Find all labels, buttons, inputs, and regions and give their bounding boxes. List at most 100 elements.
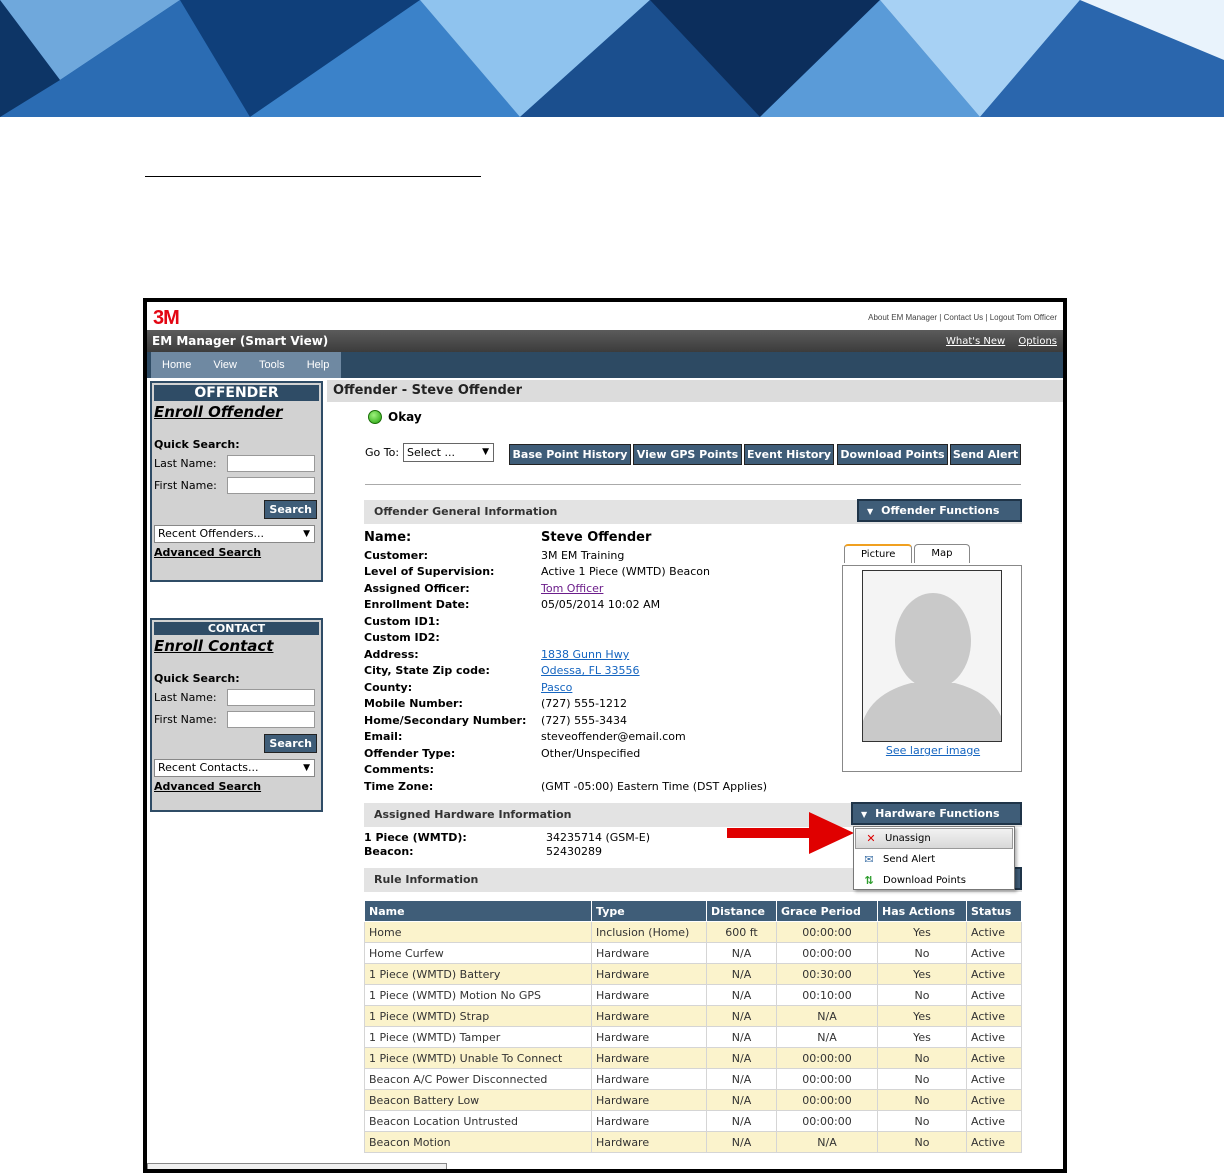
field-value: (GMT -05:00) Eastern Time (DST Applies) [541,780,768,793]
menu-help[interactable]: Help [296,352,341,378]
table-cell: 00:00:00 [776,942,878,964]
status-indicator: Okay [368,410,422,424]
table-cell: 00:00:00 [776,1068,878,1090]
menu-item-unassign[interactable]: ✕ Unassign [855,828,1013,849]
assigned-officer-link[interactable]: Tom Officer [541,582,603,595]
recent-contacts-select[interactable]: Recent Contacts... ▼ [154,759,315,777]
options-link[interactable]: Options [1018,336,1057,347]
see-larger-image-link[interactable]: See larger image [843,744,1023,757]
table-row[interactable]: 1 Piece (WMTD) Tamper Hardware N/A N/A Yes Ac… [364,1026,1022,1048]
table-cell: 00:00:00 [776,1047,878,1069]
enroll-contact-link[interactable]: Enroll Contact [154,637,319,655]
col-type[interactable]: Type [591,900,707,922]
enroll-offender-link[interactable]: Enroll Offender [154,403,319,421]
table-cell: N/A [706,1110,777,1132]
contact-last-name-input[interactable] [227,689,315,706]
table-cell: 00:00:00 [776,1110,878,1132]
col-grace-period[interactable]: Grace Period [776,900,878,922]
contact-us-link[interactable]: Contact Us [944,313,984,322]
download-points-button[interactable]: Download Points [837,444,948,465]
menu-home[interactable]: Home [151,352,202,378]
first-name-label: First Name: [154,713,217,726]
about-link[interactable]: About EM Manager [868,313,937,322]
table-cell: No [877,1131,967,1153]
recent-offenders-select[interactable]: Recent Offenders... ▼ [154,525,315,543]
contact-search-button[interactable]: Search [264,734,317,753]
table-row[interactable]: Beacon Battery Low Hardware N/A 00:00:00 No A… [364,1089,1022,1111]
title-bar: EM Manager (Smart View) What's New Optio… [147,330,1063,352]
field-value: 52430289 [546,845,602,858]
silhouette-icon [863,593,1001,741]
goto-select-value: Select ... [407,446,455,459]
banner-graphic [0,0,1224,117]
event-history-button[interactable]: Event History [744,444,834,465]
address-link[interactable]: 1838 Gunn Hwy [541,648,629,661]
col-status[interactable]: Status [966,900,1022,922]
menu-item-label: Unassign [885,833,931,844]
col-distance[interactable]: Distance [706,900,777,922]
table-cell: N/A [706,1089,777,1111]
table-cell: Active [966,963,1022,985]
goto-select[interactable]: Select ... ▼ [403,443,495,462]
contact-advanced-search-link[interactable]: Advanced Search [154,780,319,793]
table-cell: Active [966,1005,1022,1027]
table-row[interactable]: Home Inclusion (Home) 600 ft 00:00:00 Yes Act… [364,921,1022,943]
tab-picture[interactable]: Picture [844,544,913,563]
goto-label: Go To: [365,446,400,459]
field-label: Address: [364,648,419,661]
whats-new-link[interactable]: What's New [946,336,1005,347]
table-cell: N/A [706,1026,777,1048]
offender-advanced-search-link[interactable]: Advanced Search [154,546,319,559]
table-cell: Hardware [591,1047,707,1069]
col-has-actions[interactable]: Has Actions [877,900,967,922]
field-label: Custom ID1: [364,615,440,628]
table-row[interactable]: Home Curfew Hardware N/A 00:00:00 No Active [364,942,1022,964]
offender-last-name-input[interactable] [227,455,315,472]
hardware-functions-button[interactable]: ▼ Hardware Functions [851,802,1022,825]
field-label: Custom ID2: [364,631,440,644]
table-row[interactable]: Beacon Motion Hardware N/A N/A No Active [364,1131,1022,1153]
logout-link[interactable]: Logout Tom Officer [990,313,1057,322]
table-cell: No [877,1068,967,1090]
table-row[interactable]: 1 Piece (WMTD) Unable To Connect Hardware… [364,1047,1022,1069]
table-row[interactable]: 1 Piece (WMTD) Battery Hardware N/A 00:30:0… [364,963,1022,985]
offender-search-button[interactable]: Search [264,500,317,519]
tab-map[interactable]: Map [914,544,970,563]
offender-functions-button[interactable]: ▼ Offender Functions [857,499,1022,522]
table-cell: N/A [706,1047,777,1069]
table-row[interactable]: 1 Piece (WMTD) Strap Hardware N/A N/A Yes Act… [364,1005,1022,1027]
field-label: Assigned Officer: [364,582,470,595]
table-cell: No [877,984,967,1006]
table-row[interactable]: Beacon A/C Power Disconnected Hardware N/A… [364,1068,1022,1090]
app-title: EM Manager (Smart View) [152,334,329,348]
col-name[interactable]: Name [364,900,592,922]
table-cell: No [877,942,967,964]
table-cell: Hardware [591,942,707,964]
table-row[interactable]: 1 Piece (WMTD) Motion No GPS Hardware N/A 0… [364,984,1022,1006]
table-cell: 1 Piece (WMTD) Unable To Connect [364,1047,592,1069]
view-gps-points-button[interactable]: View GPS Points [633,444,742,465]
field-label: County: [364,681,413,694]
table-cell: N/A [706,984,777,1006]
table-cell: 00:10:00 [776,984,878,1006]
field-label: Enrollment Date: [364,598,470,611]
offender-first-name-input[interactable] [227,477,315,494]
city-link[interactable]: Odessa, FL 33556 [541,664,640,677]
menu-item-download-points[interactable]: ⇅ Download Points [854,870,1014,891]
table-cell: Home [364,921,592,943]
table-cell: Hardware [591,963,707,985]
county-link[interactable]: Pasco [541,681,572,694]
field-label: Beacon: [364,845,414,858]
field-label: City, State Zip code: [364,664,490,677]
field-label: Mobile Number: [364,697,463,710]
table-row[interactable]: Beacon Location Untrusted Hardware N/A 00:0… [364,1110,1022,1132]
alert-icon: ✉ [864,853,874,866]
menu-view[interactable]: View [202,352,248,378]
menu-tools[interactable]: Tools [248,352,296,378]
send-alert-button[interactable]: Send Alert [950,444,1021,465]
table-cell: Home Curfew [364,942,592,964]
contact-first-name-input[interactable] [227,711,315,728]
field-value: steveoffender@email.com [541,730,686,743]
base-point-history-button[interactable]: Base Point History [509,444,631,465]
menu-item-send-alert[interactable]: ✉ Send Alert [854,849,1014,870]
